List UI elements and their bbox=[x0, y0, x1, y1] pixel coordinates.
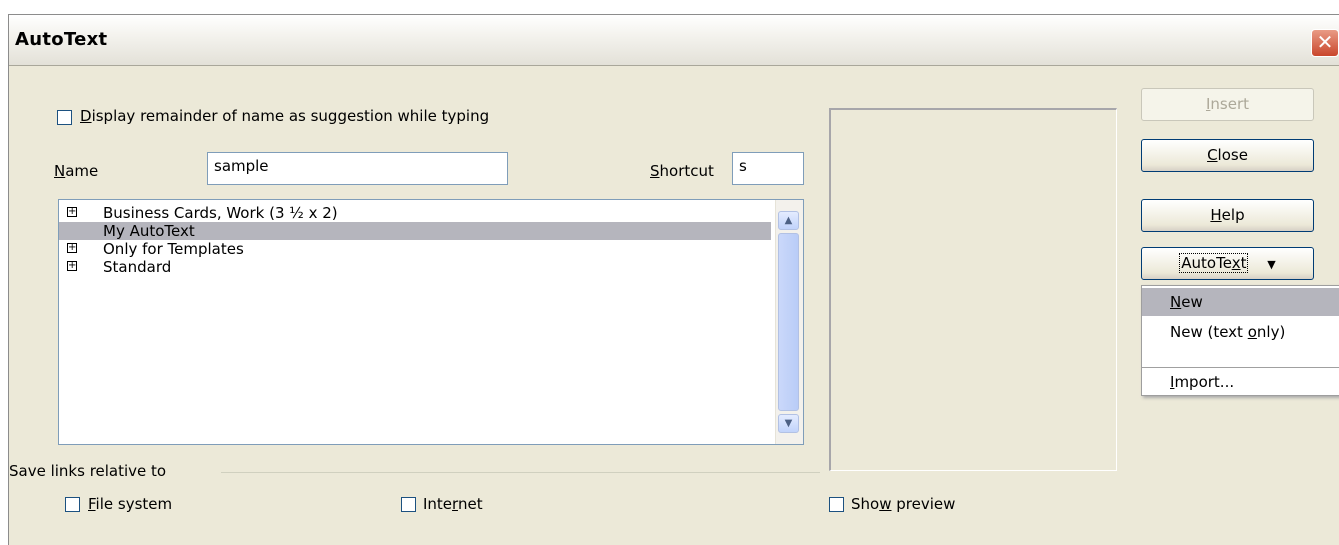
menu-item-new-text-only[interactable]: New (text only) bbox=[1142, 318, 1339, 346]
scroll-up-button[interactable]: ▲ bbox=[778, 211, 799, 230]
group-divider bbox=[221, 472, 820, 473]
title-bar: AutoText ✕ bbox=[9, 15, 1339, 66]
show-preview-label: Show preview bbox=[851, 495, 956, 513]
save-links-group-label: Save links relative to bbox=[9, 462, 167, 480]
autotext-dialog: AutoText ✕ Display remainder of name as … bbox=[8, 14, 1339, 545]
shortcut-input[interactable]: s bbox=[732, 152, 804, 185]
display-remainder-label: Display remainder of name as suggestion … bbox=[80, 107, 490, 125]
expand-icon[interactable]: + bbox=[67, 243, 77, 253]
expand-icon[interactable]: + bbox=[67, 207, 77, 217]
menu-item-new[interactable]: New bbox=[1142, 288, 1339, 316]
help-button[interactable]: Help bbox=[1141, 199, 1314, 232]
close-window-button[interactable]: ✕ bbox=[1311, 29, 1339, 57]
autotext-category-tree[interactable]: + Business Cards, Work (3 ½ x 2) My Auto… bbox=[58, 199, 804, 445]
expand-icon[interactable]: + bbox=[67, 261, 77, 271]
chevron-up-icon: ▲ bbox=[784, 215, 793, 226]
file-system-checkbox[interactable] bbox=[65, 497, 80, 512]
tree-item[interactable]: My AutoText bbox=[59, 222, 771, 240]
shortcut-label: Shortcut bbox=[650, 162, 714, 180]
tree-item[interactable]: + Standard bbox=[59, 258, 771, 276]
autotext-menu-button[interactable]: AutoText ▼ bbox=[1141, 247, 1314, 280]
insert-button[interactable]: Insert bbox=[1141, 88, 1314, 121]
autotext-dropdown-menu: New New (text only) Import... bbox=[1141, 285, 1339, 396]
show-preview-checkbox[interactable] bbox=[829, 497, 844, 512]
chevron-down-icon: ▼ bbox=[784, 418, 793, 429]
close-icon: ✕ bbox=[1316, 30, 1334, 54]
file-system-label: File system bbox=[88, 495, 173, 513]
autotext-button-label: AutoText bbox=[1179, 253, 1249, 273]
name-label: Name bbox=[54, 162, 99, 180]
window-title: AutoText bbox=[15, 29, 108, 50]
tree-item[interactable]: + Business Cards, Work (3 ½ x 2) bbox=[59, 204, 771, 222]
close-button[interactable]: Close bbox=[1141, 139, 1314, 172]
vertical-scrollbar[interactable]: ▲ ▼ bbox=[775, 200, 803, 444]
internet-checkbox[interactable] bbox=[401, 497, 416, 512]
scroll-thumb[interactable] bbox=[778, 233, 799, 411]
tree-item[interactable]: + Only for Templates bbox=[59, 240, 771, 258]
dropdown-arrow-icon: ▼ bbox=[1267, 258, 1276, 271]
scroll-down-button[interactable]: ▼ bbox=[778, 414, 799, 433]
name-input[interactable]: sample bbox=[207, 152, 508, 185]
menu-item-import[interactable]: Import... bbox=[1142, 368, 1339, 396]
internet-label: Internet bbox=[423, 495, 483, 513]
preview-pane bbox=[829, 108, 1117, 471]
display-remainder-checkbox[interactable] bbox=[57, 110, 72, 125]
